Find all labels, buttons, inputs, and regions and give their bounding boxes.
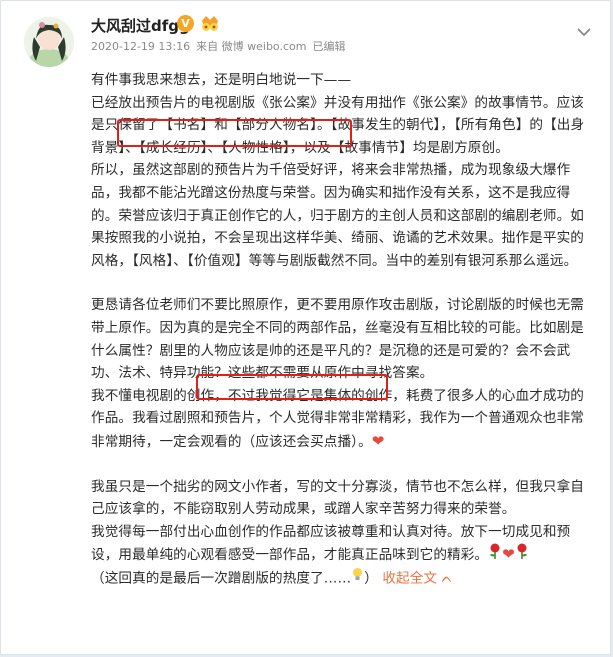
post-meta: 2020-12-19 13:16 来自 微博 weibo.com 已编辑 bbox=[91, 38, 351, 54]
username[interactable]: 大风刮过dfgg bbox=[91, 15, 190, 36]
edited-label[interactable]: 已编辑 bbox=[312, 40, 345, 53]
paragraph-closing-text: （这回真的是最后一次蹭剧版的热度了…… bbox=[91, 570, 352, 587]
paragraph-plot: 已经放出预告片的电视剧版《张公案》并没有用拙作《张公案》的故事情节。应该是只保留… bbox=[91, 94, 585, 156]
paragraph-closing: （这回真的是最后一次蹭剧版的热度了……） 收起全文 ᨈ bbox=[91, 567, 591, 590]
collapse-label[interactable]: 收起全文 bbox=[382, 570, 437, 586]
heart-icon: ❤ bbox=[502, 545, 515, 564]
post-content: 有件事我思来想去，还是明白地说一下—— 已经放出预告片的电视剧版《张公案》并没有… bbox=[91, 69, 591, 590]
paragraph-expectation-text: 我不懂电视剧的创作，不过我觉得它是集体的创作，耗费了很多人的心血才成功的作品。我… bbox=[91, 387, 584, 450]
paragraph-respect: 我觉得每一部付出心血创作的作品都应该被尊重和认真对待。放下一切成见和预设，用最单… bbox=[91, 521, 591, 567]
verified-badge-icon: V bbox=[177, 15, 194, 32]
chevron-down-icon[interactable] bbox=[576, 23, 592, 37]
avatar[interactable] bbox=[24, 17, 74, 67]
paragraph-request: 更恳请各位老师们不要比照原作，更不要用原作攻击剧版，讨论剧版的时候也无需带上原作… bbox=[91, 297, 584, 382]
collapse-text-link[interactable]: 收起全文 ᨈ bbox=[382, 570, 453, 586]
paragraph-honor: 我虽只是一个拙劣的网文小作者，写的文十分寡淡，情节也不怎么样，但我只拿自己应该拿… bbox=[91, 478, 584, 518]
fan-badge-icon bbox=[199, 14, 221, 33]
lightbulb-icon bbox=[351, 567, 364, 590]
collapse-arrow-icon[interactable]: ᨈ bbox=[442, 570, 454, 586]
avatar-illustration bbox=[24, 17, 74, 67]
weibo-post-card: 大风刮过dfgg V 2020-12-19 13:16 来自 微博 weibo.c… bbox=[0, 0, 611, 655]
post-source: 来自 微博 weibo.com bbox=[196, 40, 307, 53]
heart-icon: ❤ bbox=[371, 431, 385, 450]
post-timestamp[interactable]: 2020-12-19 13:16 bbox=[91, 40, 190, 53]
rose-icon bbox=[488, 543, 502, 567]
rose-icon bbox=[515, 543, 529, 567]
paragraph-expectation: 我不懂电视剧的创作，不过我觉得它是集体的创作，耗费了很多人的心血才成功的作品。我… bbox=[91, 385, 591, 454]
paragraph-intro: 有件事我思来想去，还是明白地说一下—— bbox=[91, 72, 352, 88]
paragraph-popularity: 所以，虽然这部剧的预告片为千倍受好评，将来会非常热播，成为现象级大爆作品，我都不… bbox=[91, 162, 584, 269]
